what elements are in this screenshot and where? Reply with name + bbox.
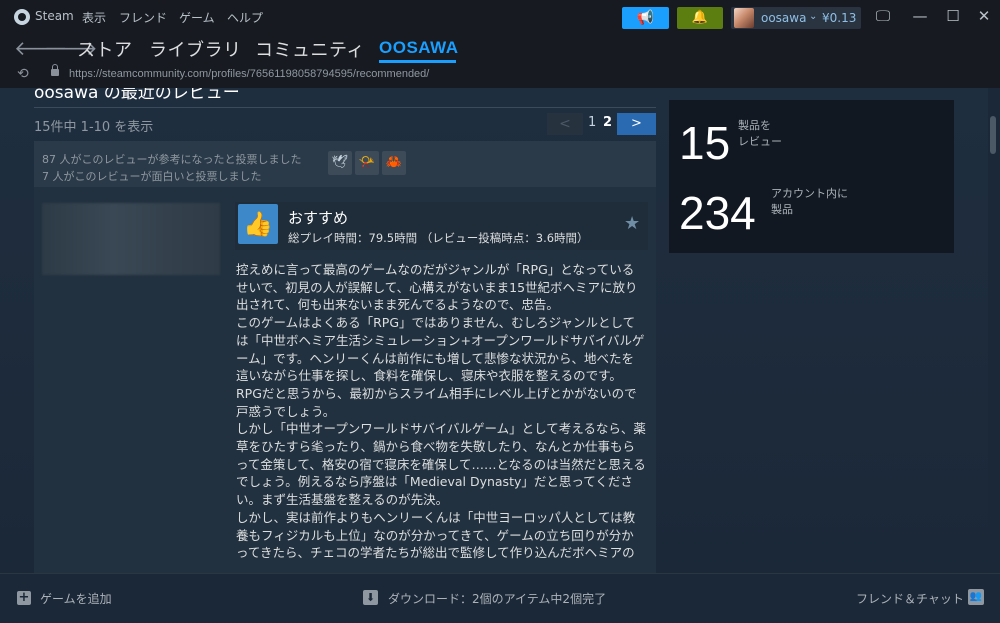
- friends-chat-button[interactable]: フレンド＆チャット: [856, 590, 964, 607]
- pagination-page-2: 2: [603, 115, 613, 130]
- reviewed-count[interactable]: 15: [679, 116, 730, 170]
- lock-icon: [51, 64, 59, 76]
- review-text: 控えめに言って最高のゲームなのだがジャンルが「RPG」となっているせいで、初見の…: [236, 261, 646, 562]
- notifications-button[interactable]: 🔔: [677, 7, 723, 29]
- big-picture-icon[interactable]: 🖵: [871, 7, 895, 25]
- section-title: oosawa の最近のレビュー: [34, 88, 240, 103]
- megaphone-icon: 📢: [636, 10, 655, 26]
- minimize-icon[interactable]: —: [908, 7, 932, 25]
- nav-store[interactable]: ストア: [77, 36, 133, 62]
- plus-icon[interactable]: +: [17, 591, 31, 605]
- bell-icon: 🔔: [691, 10, 709, 25]
- owned-count[interactable]: 234: [679, 186, 756, 240]
- star-icon[interactable]: ★: [624, 213, 640, 234]
- votes-helpful-text: 87 人がこのレビューが参考になったと投票しました: [42, 153, 302, 166]
- menu-steam[interactable]: Steam: [35, 9, 74, 23]
- nav-active-indicator: [379, 60, 456, 63]
- playtime-text: 総プレイ時間：79.5時間 （レビュー投稿時点：3.6時間）: [288, 231, 589, 245]
- owned-label-2: 製品: [771, 203, 793, 216]
- nav-library[interactable]: ライブラリ: [149, 36, 242, 62]
- account-menu[interactable]: oosawa ⌄ ¥0.13: [731, 7, 861, 29]
- award-horn-icon[interactable]: 📯: [355, 151, 379, 175]
- account-name: oosawa: [761, 11, 807, 25]
- review-paragraph: しかし「中世オープンワールドサバイバルゲーム」として考えるなら、薬草をひたすら毟…: [236, 421, 646, 508]
- review-card: 87 人がこのレビューが参考になったと投票しました 7 人がこのレビューが面白い…: [34, 141, 656, 573]
- review-paragraph: このゲームはよくある「RPG」ではありません、むしろジャンルとしては「中世ボヘミ…: [236, 315, 645, 419]
- award-wings-icon[interactable]: 🕊: [328, 151, 352, 175]
- maximize-icon[interactable]: ☐: [941, 7, 965, 25]
- announcements-button[interactable]: 📢: [622, 7, 669, 29]
- wallet-balance: ¥0.13: [822, 11, 857, 25]
- chevron-down-icon: ⌄: [809, 11, 818, 22]
- close-icon[interactable]: ✕: [972, 7, 996, 25]
- nav-user[interactable]: OOSAWA: [379, 38, 459, 58]
- menu-friends[interactable]: フレンド: [119, 9, 167, 26]
- friends-icon[interactable]: 👥: [968, 589, 984, 605]
- nav-community[interactable]: コミュニティ: [255, 36, 365, 62]
- bottom-bar: + ゲームを追加 ⬇ ダウンロード：2個のアイテム中2個完了 フレンド＆チャット…: [0, 573, 1000, 623]
- menu-help[interactable]: ヘルプ: [227, 9, 263, 26]
- pagination-page-1[interactable]: 1: [588, 115, 596, 130]
- add-game-button[interactable]: ゲームを追加: [40, 590, 112, 607]
- pagination-next-button[interactable]: >: [617, 113, 656, 135]
- steam-logo-icon[interactable]: [14, 9, 30, 25]
- url-bar: ⟲ https://steamcommunity.com/profiles/76…: [0, 64, 1000, 88]
- title-bar: Steam 表示 フレンド ゲーム ヘルプ 📢 🔔 oosawa ⌄ ¥0.13…: [0, 0, 1000, 34]
- menu-view[interactable]: 表示: [82, 9, 106, 26]
- avatar: [734, 8, 754, 28]
- download-icon[interactable]: ⬇: [363, 590, 378, 605]
- profile-stats-panel: 15 製品を レビュー 234 アカウント内に 製品: [669, 100, 954, 253]
- menu-games[interactable]: ゲーム: [179, 9, 215, 26]
- thumbs-up-icon: 👍: [238, 204, 278, 244]
- votes-funny-text: 7 人がこのレビューが面白いと投票しました: [42, 170, 262, 183]
- review-paragraph: 控えめに言って最高のゲームなのだがジャンルが「RPG」となっているせいで、初見の…: [236, 262, 638, 313]
- reviewed-label-2: レビュー: [738, 135, 782, 148]
- download-status[interactable]: ダウンロード：2個のアイテム中2個完了: [388, 590, 606, 607]
- pagination-prev-button[interactable]: <: [547, 113, 583, 135]
- nav-bar: 🡐 🡒 ストア ライブラリ コミュニティ OOSAWA: [0, 34, 1000, 64]
- section-divider: [34, 107, 656, 108]
- vote-header: 87 人がこのレビューが参考になったと投票しました 7 人がこのレビューが面白い…: [34, 141, 656, 187]
- page-content: oosawa の最近のレビュー 15件中 1-10 を表示 < 1 2 > 87…: [0, 88, 1000, 573]
- owned-label-1: アカウント内に: [771, 187, 848, 200]
- reload-icon[interactable]: ⟲: [17, 66, 29, 82]
- award-toy-icon[interactable]: 🦀: [382, 151, 406, 175]
- scrollbar-thumb[interactable]: [990, 116, 996, 154]
- review-count-text: 15件中 1-10 を表示: [34, 120, 154, 135]
- review-paragraph: しかし、実は前作よりもヘンリーくんは「中世ヨーロッパ人としては教養もフィジカルも…: [236, 509, 636, 561]
- recommendation-title[interactable]: おすすめ: [288, 207, 348, 228]
- url-text[interactable]: https://steamcommunity.com/profiles/7656…: [69, 68, 429, 80]
- recommendation-header: 👍 おすすめ 総プレイ時間：79.5時間 （レビュー投稿時点：3.6時間） ★: [235, 202, 648, 250]
- scrollbar-track[interactable]: [988, 88, 1000, 573]
- game-capsule-image[interactable]: [42, 203, 220, 275]
- reviewed-label-1: 製品を: [738, 119, 771, 132]
